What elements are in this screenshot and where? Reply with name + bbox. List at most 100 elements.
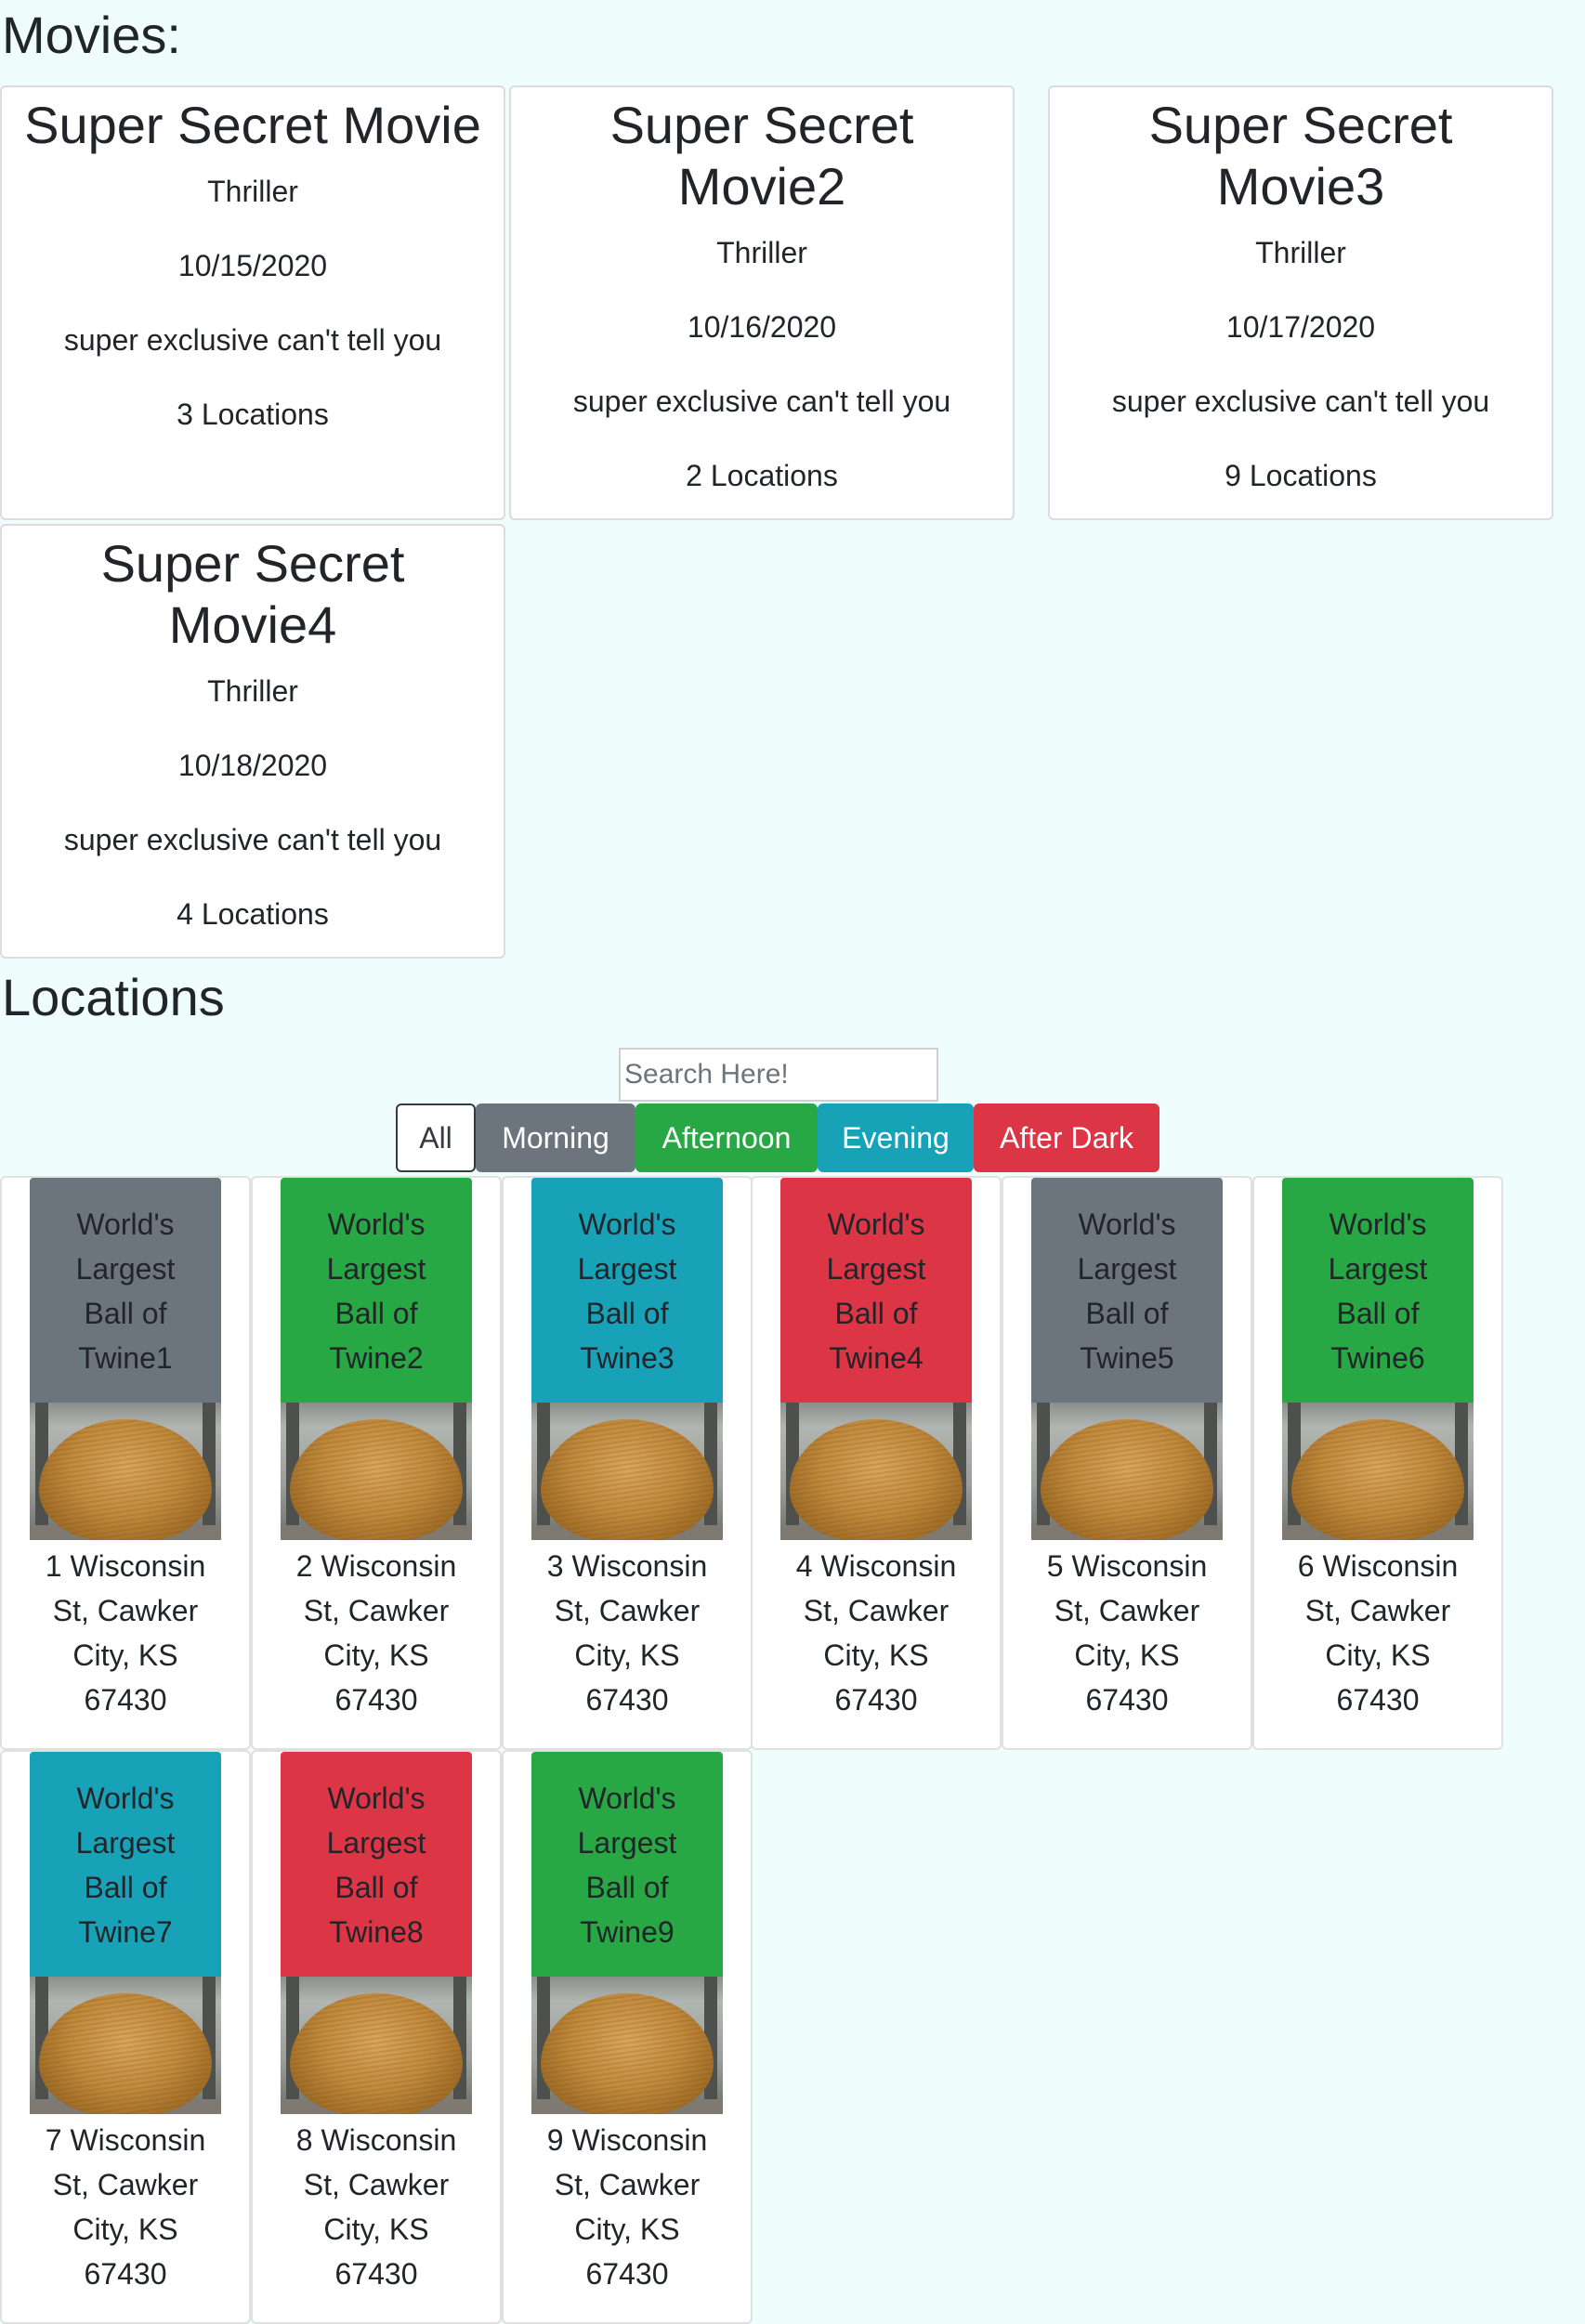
location-address-line: 67430 <box>585 2257 669 2291</box>
location-name: World's Largest Ball of Twine3 <box>531 1178 723 1403</box>
filter-evening-button[interactable]: Evening <box>818 1103 974 1172</box>
location-address-line: 8 Wisconsin <box>295 2123 457 2157</box>
movie-date: 10/15/2020 <box>177 249 328 282</box>
movie-description: super exclusive can't tell you <box>572 385 951 418</box>
location-address-line: 6 Wisconsin <box>1297 1549 1459 1583</box>
location-address-line: 67430 <box>585 1683 669 1717</box>
movies-heading: Movies: <box>2 6 181 64</box>
location-card[interactable]: World's Largest Ball of Twine9 9 Wisconsin St… <box>502 1750 753 2324</box>
ball-of-twine-image <box>531 1403 723 1540</box>
movie-title: Super Secret Movie4 <box>100 534 405 654</box>
location-address-line: 67430 <box>1336 1683 1420 1717</box>
location-name-line: Twine6 <box>1330 1341 1425 1375</box>
location-name-line: Largest <box>1077 1252 1177 1286</box>
filter-morning-button[interactable]: Morning <box>476 1103 635 1172</box>
locations-heading: Locations <box>2 968 225 1026</box>
location-name: World's Largest Ball of Twine1 <box>30 1178 221 1403</box>
movie-description: super exclusive can't tell you <box>63 823 442 856</box>
location-name-line: World's <box>327 1782 426 1815</box>
ball-of-twine-image <box>30 1977 221 2114</box>
location-name-line: Twine8 <box>329 1915 424 1949</box>
location-name-line: Twine9 <box>580 1915 675 1949</box>
movie-card[interactable]: Super Secret Movie3 Thriller 10/17/2020 … <box>1048 85 1553 520</box>
location-name: World's Largest Ball of Twine4 <box>780 1178 972 1403</box>
location-card[interactable]: World's Largest Ball of Twine4 4 Wisconsin St… <box>751 1176 1002 1750</box>
location-name-line: Ball of <box>585 1871 669 1904</box>
location-name-line: Largest <box>1328 1252 1428 1286</box>
movie-date: 10/16/2020 <box>687 310 837 344</box>
movie-card[interactable]: Super Secret Movie Thriller 10/15/2020 s… <box>0 85 505 520</box>
location-address-line: 4 Wisconsin <box>795 1549 957 1583</box>
location-address: 2 Wisconsin St, Cawker City, KS 67430 <box>253 1544 500 1722</box>
location-address: 3 Wisconsin St, Cawker City, KS 67430 <box>504 1544 751 1722</box>
location-address: 4 Wisconsin St, Cawker City, KS 67430 <box>753 1544 1000 1722</box>
location-name: World's Largest Ball of Twine8 <box>281 1752 472 1977</box>
movie-date: 10/17/2020 <box>1225 310 1376 344</box>
location-address-line: City, KS <box>823 1639 929 1672</box>
location-address-line: City, KS <box>574 1639 680 1672</box>
location-address-line: St, Cawker <box>1054 1594 1200 1627</box>
location-address: 1 Wisconsin St, Cawker City, KS 67430 <box>2 1544 249 1722</box>
location-address-line: City, KS <box>323 1639 429 1672</box>
location-name-line: World's <box>578 1782 676 1815</box>
location-card[interactable]: World's Largest Ball of Twine7 7 Wisconsin St… <box>0 1750 251 2324</box>
location-card[interactable]: World's Largest Ball of Twine8 8 Wisconsin St… <box>251 1750 502 2324</box>
location-name-line: Ball of <box>334 1297 418 1330</box>
location-address-line: St, Cawker <box>303 1594 450 1627</box>
location-name-line: Largest <box>826 1252 926 1286</box>
location-name: World's Largest Ball of Twine2 <box>281 1178 472 1403</box>
location-name-line: Largest <box>577 1826 677 1860</box>
location-address: 5 Wisconsin St, Cawker City, KS 67430 <box>1003 1544 1251 1722</box>
location-address: 6 Wisconsin St, Cawker City, KS 67430 <box>1254 1544 1501 1722</box>
movie-genre: Thriller <box>716 236 807 269</box>
ball-of-twine-image <box>1031 1403 1223 1540</box>
ball-of-twine-image <box>281 1403 472 1540</box>
location-address-line: 67430 <box>334 1683 418 1717</box>
location-name-line: World's <box>1329 1208 1427 1241</box>
location-address-line: 9 Wisconsin <box>546 2123 708 2157</box>
movie-title: Super Secret Movie3 <box>1148 96 1453 215</box>
search-input[interactable] <box>619 1048 938 1102</box>
location-name-line: Largest <box>326 1252 426 1286</box>
location-name-line: Ball of <box>1085 1297 1169 1330</box>
location-card[interactable]: World's Largest Ball of Twine1 1 Wisconsin St… <box>0 1176 251 1750</box>
location-address-line: City, KS <box>574 2213 680 2246</box>
location-name-line: World's <box>578 1208 676 1241</box>
filter-after-dark-button[interactable]: After Dark <box>974 1103 1159 1172</box>
location-card[interactable]: World's Largest Ball of Twine5 5 Wisconsin St… <box>1002 1176 1252 1750</box>
filter-afternoon-button[interactable]: Afternoon <box>635 1103 818 1172</box>
movie-card[interactable]: Super Secret Movie4 Thriller 10/18/2020 … <box>0 524 505 959</box>
ball-of-twine-image <box>1282 1403 1474 1540</box>
location-name: World's Largest Ball of Twine6 <box>1282 1178 1474 1403</box>
location-address-line: St, Cawker <box>52 2168 199 2201</box>
location-name-line: World's <box>327 1208 426 1241</box>
location-name: World's Largest Ball of Twine5 <box>1031 1178 1223 1403</box>
location-name-line: Twine7 <box>78 1915 173 1949</box>
location-card[interactable]: World's Largest Ball of Twine3 3 Wisconsin St… <box>502 1176 753 1750</box>
location-address-line: 5 Wisconsin <box>1046 1549 1208 1583</box>
location-address: 9 Wisconsin St, Cawker City, KS 67430 <box>504 2118 751 2296</box>
location-address-line: 67430 <box>84 1683 167 1717</box>
location-card[interactable]: World's Largest Ball of Twine2 2 Wisconsin St… <box>251 1176 502 1750</box>
movie-title: Super Secret Movie <box>24 96 481 154</box>
location-name-line: Twine3 <box>580 1341 675 1375</box>
movie-genre: Thriller <box>207 674 298 708</box>
movie-date: 10/18/2020 <box>177 749 328 782</box>
location-name-line: Ball of <box>834 1297 918 1330</box>
location-name: World's Largest Ball of Twine7 <box>30 1752 221 1977</box>
location-address: 7 Wisconsin St, Cawker City, KS 67430 <box>2 2118 249 2296</box>
location-name-line: Largest <box>75 1252 176 1286</box>
location-name-line: Twine1 <box>78 1341 173 1375</box>
location-name-line: Twine5 <box>1080 1341 1174 1375</box>
location-name-line: Ball of <box>1336 1297 1420 1330</box>
movie-description: super exclusive can't tell you <box>63 323 442 357</box>
movie-location-count: 4 Locations <box>177 897 329 931</box>
movie-title: Super Secret Movie2 <box>609 96 914 215</box>
location-name-line: World's <box>1078 1208 1176 1241</box>
location-name-line: Twine4 <box>829 1341 923 1375</box>
location-card[interactable]: World's Largest Ball of Twine6 6 Wisconsin St… <box>1252 1176 1503 1750</box>
movie-card[interactable]: Super Secret Movie2 Thriller 10/16/2020 … <box>509 85 1015 520</box>
filter-all-button[interactable]: All <box>396 1103 476 1172</box>
time-filter-group: All Morning Afternoon Evening After Dark <box>396 1103 1159 1172</box>
movie-location-count: 9 Locations <box>1225 459 1377 492</box>
